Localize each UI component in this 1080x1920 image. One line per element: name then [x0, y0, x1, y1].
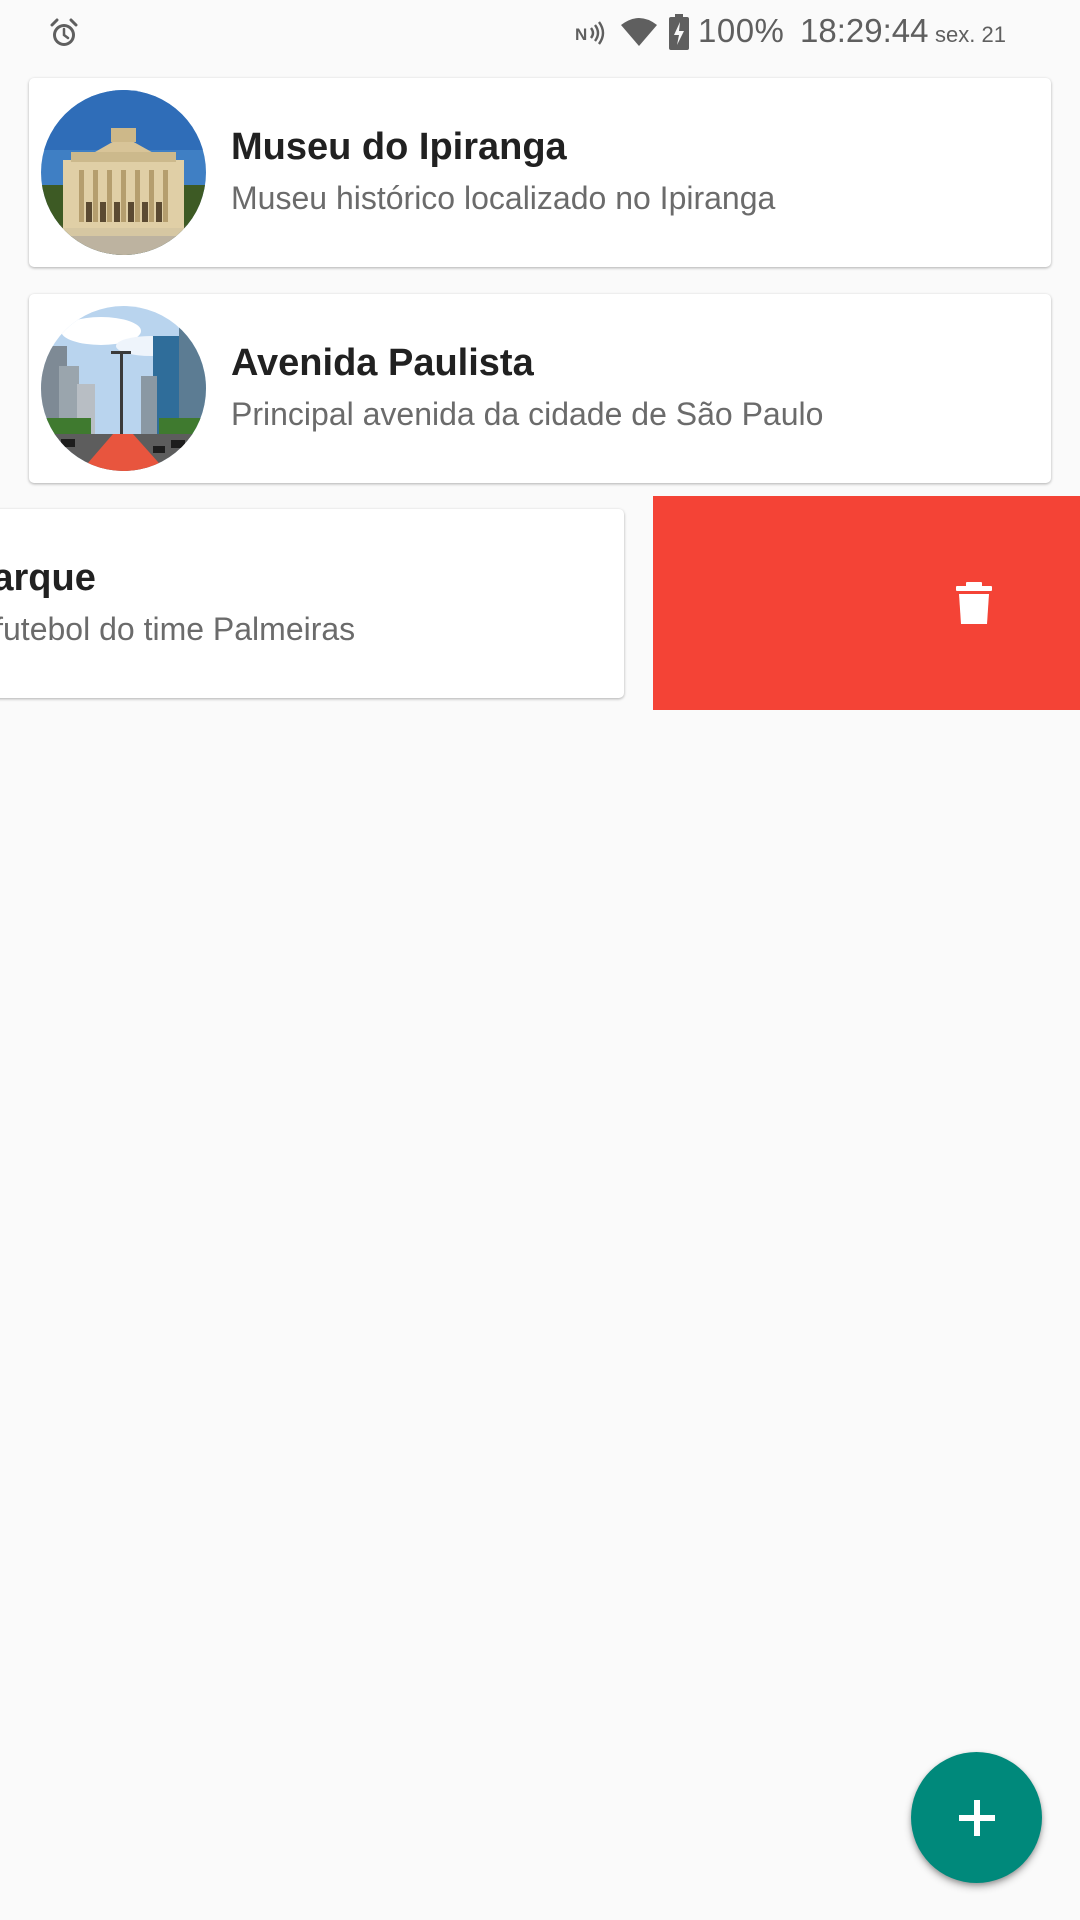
- add-place-button[interactable]: [911, 1752, 1042, 1883]
- swipe-delete-background: [653, 496, 1080, 710]
- status-bar: N 100% 18:29:44 sex. 21: [0, 0, 1080, 64]
- svg-text:N: N: [575, 25, 587, 44]
- place-description: Museu histórico localizado no Ipiranga: [231, 180, 776, 216]
- place-description: Principal avenida da cidade de São Paulo: [231, 396, 824, 432]
- alarm-icon: [50, 18, 78, 46]
- place-title: Allianz Parque: [0, 557, 96, 599]
- place-card[interactable]: Avenida Paulista Principal avenida da ci…: [29, 294, 1051, 483]
- place-thumbnail: [41, 90, 206, 255]
- place-card[interactable]: Museu do Ipiranga Museu histórico locali…: [29, 78, 1051, 267]
- battery-charging-icon: [669, 14, 689, 50]
- wifi-icon: [621, 18, 657, 46]
- place-card-swiped[interactable]: Allianz Parque Estádio de futebol do tim…: [0, 509, 624, 698]
- clock-date: sex. 21: [935, 22, 1006, 47]
- clock-time: 18:29:44: [800, 12, 929, 49]
- trash-icon[interactable]: [951, 580, 997, 626]
- place-thumbnail: [41, 306, 206, 471]
- plus-icon: [958, 1799, 995, 1836]
- place-title: Museu do Ipiranga: [231, 126, 567, 168]
- place-description: Estádio de futebol do time Palmeiras: [0, 611, 356, 647]
- place-title: Avenida Paulista: [231, 342, 534, 384]
- battery-percentage: 100%: [698, 12, 785, 49]
- nfc-icon: N: [575, 21, 605, 45]
